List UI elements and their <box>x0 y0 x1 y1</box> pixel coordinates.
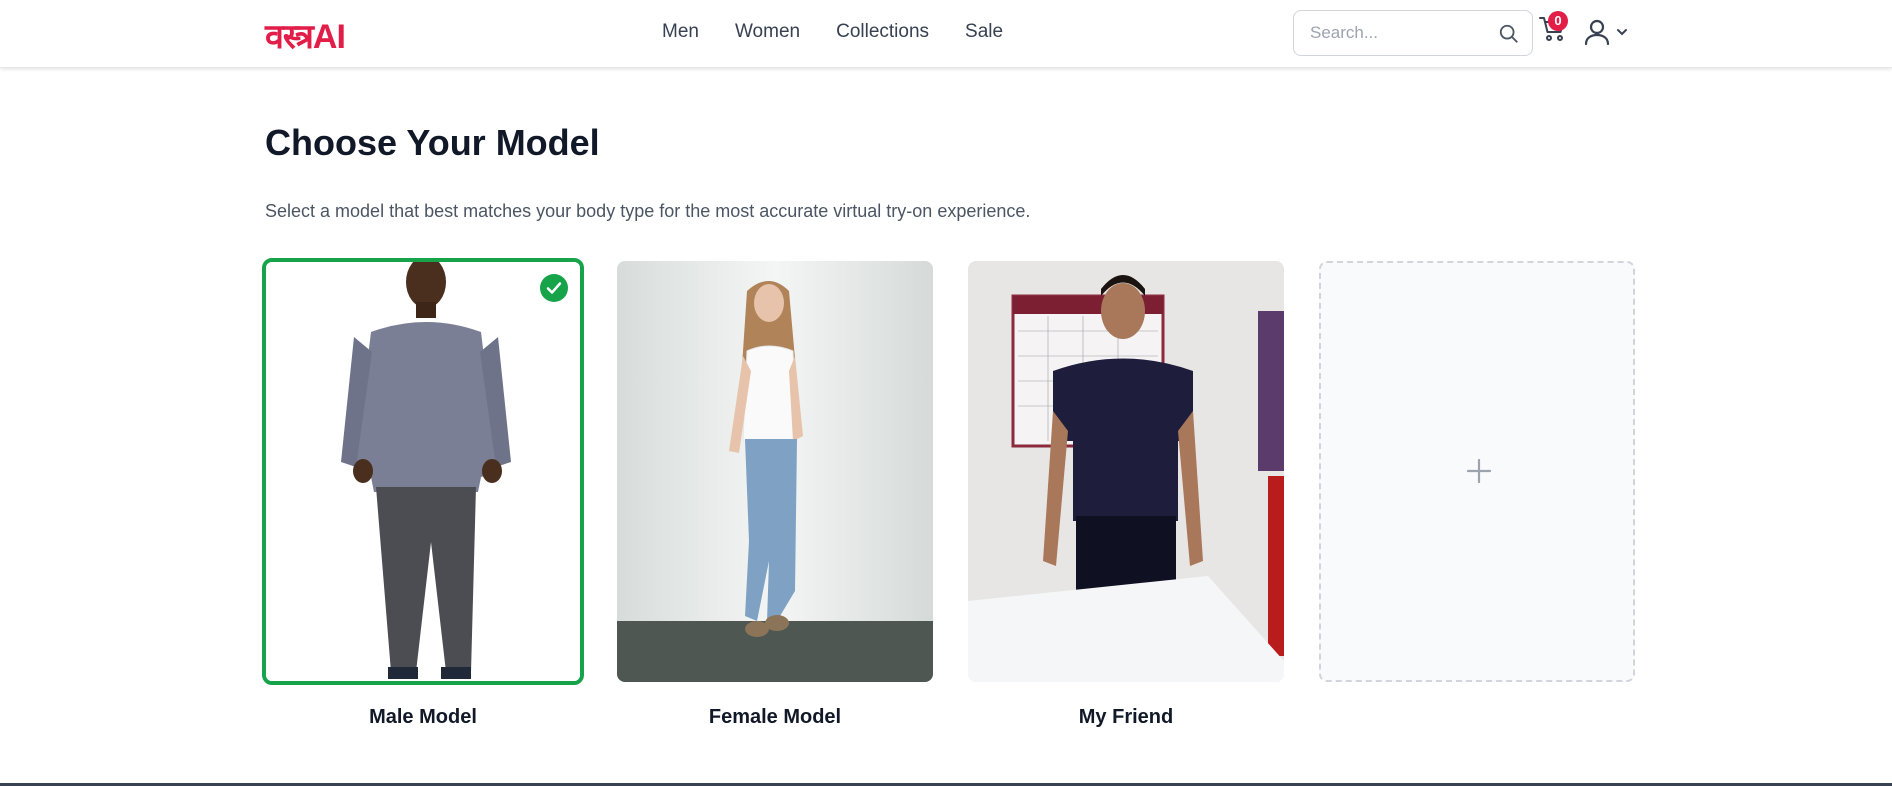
search-input[interactable] <box>1310 23 1490 43</box>
user-menu[interactable] <box>1584 18 1634 48</box>
top-navbar: वस्त्रAI Men Women Collections Sale 0 <box>0 0 1892 68</box>
search-box <box>1293 10 1533 56</box>
model-card-male[interactable] <box>262 258 584 685</box>
model-card-friend[interactable] <box>968 261 1284 682</box>
plus-icon <box>1466 458 1492 484</box>
page-title: Choose Your Model <box>265 122 600 163</box>
brand-logo[interactable]: वस्त्रAI <box>265 12 346 58</box>
nav-link-collections[interactable]: Collections <box>836 21 929 43</box>
search-icon[interactable] <box>1498 23 1520 45</box>
model-label-friend: My Friend <box>1078 706 1174 728</box>
male-model-photo <box>266 262 580 681</box>
chevron-down-icon <box>1617 29 1627 36</box>
cart-count-badge: 0 <box>1548 11 1568 31</box>
friend-model-photo <box>968 261 1284 682</box>
main-nav: Men Women Collections Sale <box>662 21 1039 43</box>
nav-link-men[interactable]: Men <box>662 21 699 43</box>
nav-link-women[interactable]: Women <box>735 21 800 43</box>
selected-check-icon <box>540 274 568 302</box>
model-card-female[interactable] <box>617 261 933 682</box>
female-model-photo <box>617 261 933 682</box>
model-label-male: Male Model <box>369 706 477 728</box>
page-subtitle: Select a model that best matches your bo… <box>265 201 1031 221</box>
add-model-card[interactable] <box>1319 261 1635 682</box>
nav-link-sale[interactable]: Sale <box>965 21 1003 43</box>
user-icon <box>1584 19 1610 46</box>
model-label-female: Female Model <box>708 706 842 728</box>
